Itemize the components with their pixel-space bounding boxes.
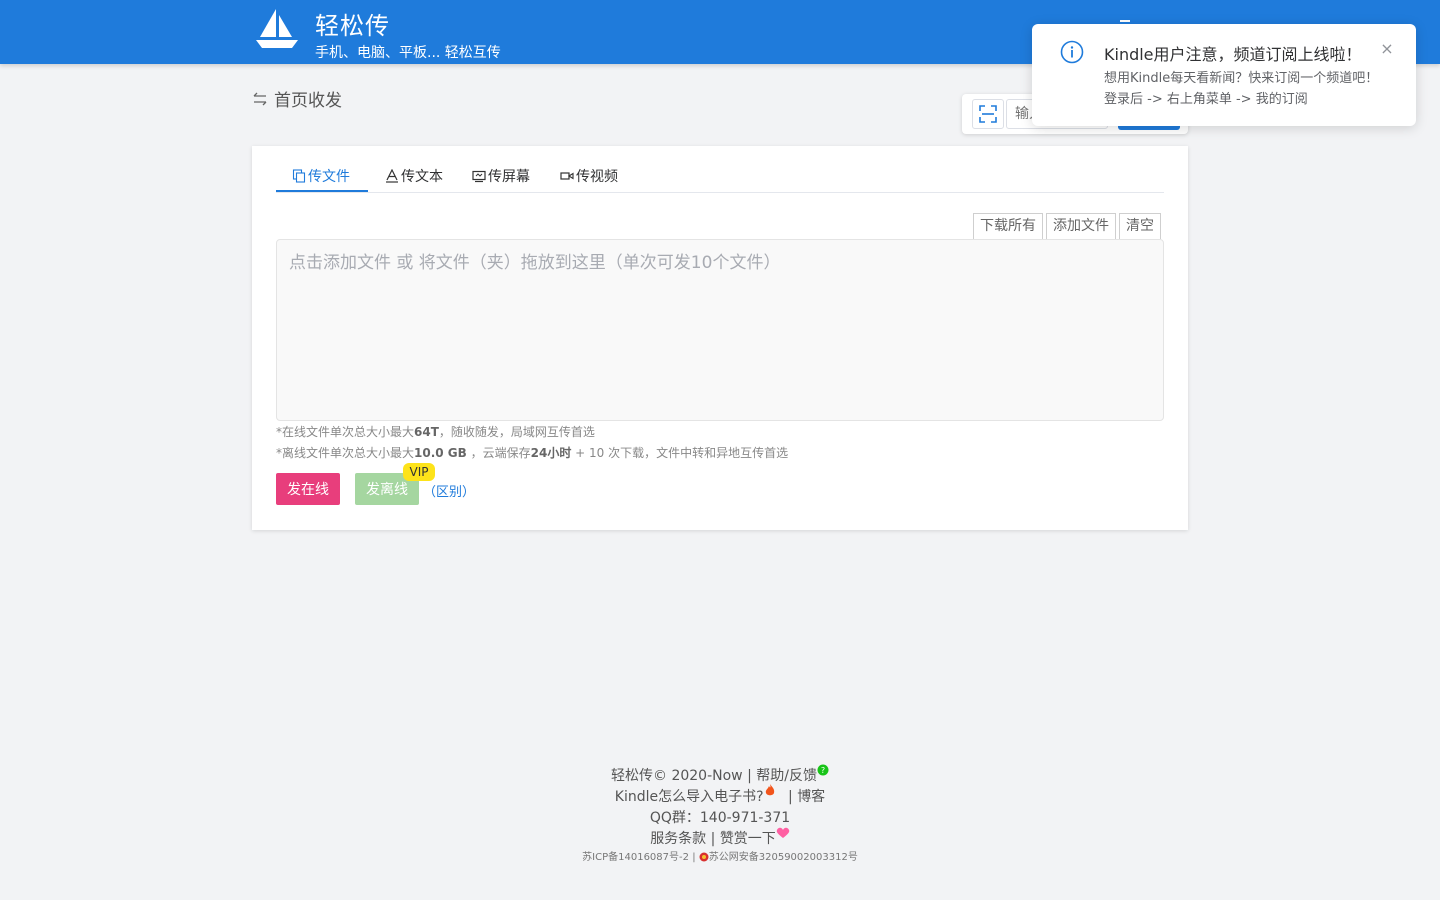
footer-line-2: Kindle怎么导入电子书? | 博客	[0, 784, 1440, 808]
tab-text[interactable]: 传文本	[385, 160, 443, 192]
transfer-card: 传文件 传文本 传屏幕 传视频 下载所有 添加文件 清空 点击添加文件 或 将文…	[252, 146, 1188, 530]
dropzone-placeholder: 点击添加文件 或 将文件（夹）拖放到这里（单次可发10个文件）	[289, 253, 781, 273]
footer-separator-4: |	[692, 852, 696, 863]
tab-screen[interactable]: 传屏幕	[472, 160, 530, 192]
terms-link[interactable]: 服务条款	[650, 831, 706, 847]
footer: 轻松传© 2020-Now | 帮助/反馈? Kindle怎么导入电子书? | …	[0, 764, 1440, 866]
notification-title: Kindle用户注意，频道订阅上线啦！	[1104, 45, 1362, 64]
offline-note-mid: ，云端保存	[466, 446, 531, 460]
footer-separator: |	[747, 768, 752, 784]
offline-note: *离线文件单次总大小最大10.0 GB ，云端保存24小时 + 10 次下载，文…	[276, 444, 788, 461]
vip-badge: VIP	[403, 463, 435, 481]
online-note-suffix: ，随收随发，局域网互传首选	[438, 425, 595, 439]
heart-icon	[776, 827, 790, 838]
scan-button[interactable]	[972, 99, 1004, 129]
text-icon	[386, 169, 398, 183]
offline-note-suffix: + 10 次下载，文件中转和异地互传首选	[571, 446, 789, 460]
file-dropzone[interactable]: 点击添加文件 或 将文件（夹）拖放到这里（单次可发10个文件）	[276, 239, 1164, 421]
footer-line-4: 服务条款 | 赞赏一下	[0, 827, 1440, 850]
video-icon	[560, 172, 574, 180]
file-copy-icon	[292, 169, 306, 183]
blog-link[interactable]: 博客	[797, 789, 825, 805]
brand-title[interactable]: 轻松传	[315, 6, 390, 41]
fire-icon	[765, 784, 774, 796]
download-all-button[interactable]: 下载所有	[973, 213, 1043, 239]
difference-link[interactable]: （区别）	[423, 481, 475, 500]
notification-popup: Kindle用户注意，频道订阅上线啦！ 想用Kindle每天看新闻？快来订阅一个…	[1032, 24, 1416, 126]
online-note: *在线文件单次总大小最大64T，随收随发，局域网互传首选	[276, 423, 595, 440]
donate-link[interactable]: 赞赏一下	[720, 831, 776, 847]
tab-text-label: 传文本	[401, 169, 443, 185]
send-online-button[interactable]: 发在线	[276, 473, 340, 505]
scan-icon	[979, 105, 997, 123]
online-note-size: 64T	[414, 425, 439, 439]
clear-button[interactable]: 清空	[1119, 213, 1161, 239]
tab-file[interactable]: 传文件	[292, 160, 350, 192]
footer-separator-2: |	[788, 789, 793, 805]
breadcrumb-label: 首页收发	[274, 91, 342, 111]
notification-body: 想用Kindle每天看新闻？快来订阅一个频道吧！登录后 -> 右上角菜单 -> …	[1104, 71, 1379, 107]
police-record-link[interactable]: 苏公网安备32059002003312号	[709, 852, 858, 863]
tab-file-label: 传文件	[308, 169, 350, 185]
footer-line-3: QQ群：140-971-371	[0, 808, 1440, 829]
help-feedback-link[interactable]: 帮助/反馈	[756, 768, 817, 784]
tab-video-label: 传视频	[576, 169, 618, 185]
offline-note-size: 10.0 GB	[414, 446, 467, 460]
kindle-guide-link[interactable]: Kindle怎么导入电子书?	[615, 789, 764, 805]
copyright-text: 轻松传© 2020-Now	[611, 768, 743, 784]
add-file-button[interactable]: 添加文件	[1046, 213, 1116, 239]
svg-text:?: ?	[821, 766, 825, 775]
help-badge-icon: ?	[817, 764, 829, 776]
online-note-prefix: *在线文件单次总大小最大	[276, 425, 415, 439]
footer-separator-3: |	[710, 831, 716, 847]
offline-note-prefix: *离线文件单次总大小最大	[276, 446, 415, 460]
icp-link[interactable]: 苏ICP备14016087号-2	[582, 852, 689, 863]
info-icon	[1060, 40, 1084, 64]
tab-video[interactable]: 传视频	[560, 160, 618, 192]
sailboat-logo-icon[interactable]	[254, 7, 300, 51]
breadcrumb: 首页收发	[252, 86, 342, 111]
offline-note-hours: 24小时	[530, 446, 572, 460]
screen-icon	[472, 170, 486, 183]
footer-line-1: 轻松传© 2020-Now | 帮助/反馈?	[0, 764, 1440, 787]
tab-screen-label: 传屏幕	[488, 169, 530, 185]
footer-line-5: 苏ICP备14016087号-2 | 苏公网安备32059002003312号	[0, 850, 1440, 866]
brand-subtitle: 手机、电脑、平板... 轻松互传	[315, 45, 501, 61]
tab-bar: 传文件 传文本 传屏幕 传视频	[276, 146, 1164, 193]
close-icon[interactable]: ×	[1378, 40, 1396, 58]
qq-group-text: QQ群：140-971-371	[649, 810, 791, 826]
swap-arrows-icon	[253, 92, 267, 105]
tab-active-indicator	[276, 190, 368, 192]
police-emblem-icon	[699, 852, 709, 862]
